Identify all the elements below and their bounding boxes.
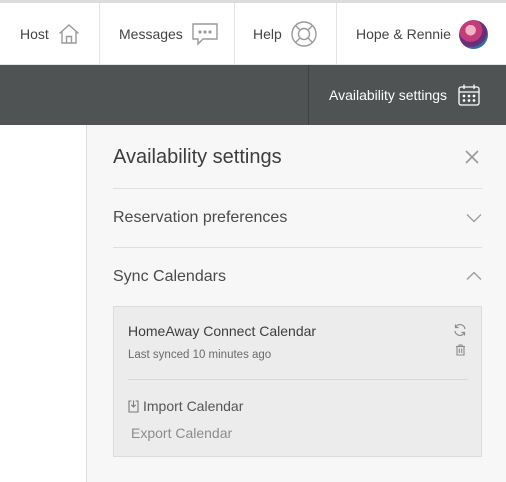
refresh-icon[interactable]	[453, 323, 467, 337]
last-synced-text: Last synced 10 minutes ago	[128, 349, 272, 361]
chevron-up-icon[interactable]	[466, 271, 482, 281]
nav-user-label: Hope & Rennie	[356, 26, 451, 42]
nav-user-menu[interactable]: Hope & Rennie	[337, 3, 506, 65]
export-calendar-link[interactable]: Export Calendar	[131, 425, 232, 441]
divider	[128, 379, 468, 380]
availability-settings-button[interactable]: Availability settings	[308, 65, 506, 125]
nav-messages-label: Messages	[119, 26, 183, 42]
calendar-icon	[457, 83, 481, 107]
divider	[113, 188, 482, 189]
calendar-card: HomeAway Connect Calendar Last synced 10…	[113, 306, 482, 457]
import-icon	[128, 399, 139, 413]
import-calendar-link[interactable]: Import Calendar	[128, 398, 243, 414]
availability-settings-panel: Availability settings Reservation prefer…	[86, 125, 506, 482]
close-icon[interactable]	[463, 148, 481, 166]
house-icon	[57, 22, 81, 46]
trash-icon[interactable]	[455, 344, 466, 356]
reservation-preferences-toggle[interactable]: Reservation preferences	[113, 209, 287, 227]
nav-help-label: Help	[253, 26, 282, 42]
lifebuoy-icon	[290, 20, 318, 48]
chat-bubble-icon	[191, 22, 219, 46]
panel-title: Availability settings	[113, 146, 282, 168]
avatar	[458, 19, 488, 49]
top-navigation: Host Messages Help Hope & Rennie	[0, 0, 506, 65]
availability-settings-label: Availability settings	[329, 87, 448, 103]
nav-host-label: Host	[20, 26, 49, 42]
nav-messages[interactable]: Messages	[100, 3, 235, 65]
chevron-down-icon[interactable]	[466, 213, 482, 223]
nav-host[interactable]: Host	[0, 3, 100, 65]
import-calendar-label: Import Calendar	[143, 398, 244, 414]
toolbar: Availability settings	[0, 65, 506, 125]
calendar-name: HomeAway Connect Calendar	[128, 323, 317, 339]
nav-help[interactable]: Help	[235, 3, 337, 65]
divider	[113, 247, 482, 248]
sync-calendars-toggle[interactable]: Sync Calendars	[113, 268, 226, 286]
